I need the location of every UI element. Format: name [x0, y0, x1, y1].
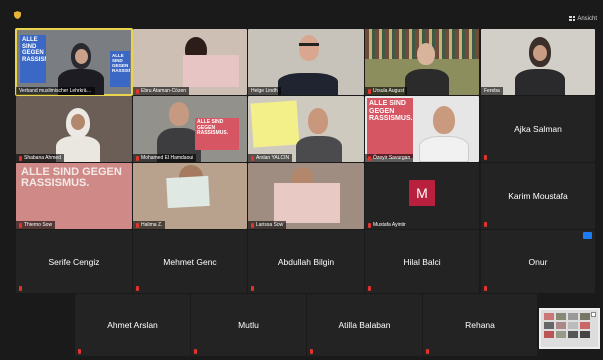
video-feed: ALLE SIND GEGEN RASSISMUS.: [133, 96, 247, 162]
mic-muted-icon: [136, 222, 139, 228]
held-poster: ALLE SIND GEGEN RASSISMUS.: [20, 35, 46, 83]
participant-tile[interactable]: Onur: [481, 230, 595, 293]
participant-name: Thierno Sow: [16, 221, 56, 229]
participant-tile[interactable]: ALLE SIND GEGEN RASSISMUS. Özeyir Savurg…: [365, 96, 479, 162]
mic-muted-icon: [251, 155, 254, 161]
participant-tile[interactable]: Hilal Balci: [365, 230, 479, 293]
video-feed: ALLE SIND GEGEN RASSISMUS.: [365, 96, 479, 162]
held-poster: ALLE SIND GEGEN RASSISMUS.: [16, 163, 132, 221]
participant-name: Mutlu: [238, 320, 259, 330]
participant-tile[interactable]: Serife Cengiz: [16, 230, 132, 293]
participant-name: Abdullah Bilgin: [277, 256, 335, 267]
participant-name: Özeyir Savurgan: [365, 154, 414, 162]
participant-tile[interactable]: Helge Lindh: [248, 29, 364, 95]
mic-muted-icon: [251, 286, 254, 291]
participant-name: Halima Z.: [133, 221, 166, 229]
participant-name: Atilla Balaban: [338, 320, 391, 330]
video-feed: [365, 29, 479, 95]
participant-name: Mehmet Genc: [163, 256, 217, 267]
participant-tile[interactable]: ALLE SIND GEGEN RASSISMUS. ALLE SIND GEG…: [15, 28, 133, 96]
video-on-icon: [583, 232, 592, 239]
shield-icon[interactable]: [14, 11, 21, 19]
participant-tile[interactable]: M Mustafa Ayintir: [365, 163, 479, 229]
participant-tile[interactable]: Mutlu: [191, 294, 306, 356]
participant-name: Karim Moustafa: [508, 191, 568, 201]
participant-name: Shabana Ahmed: [16, 154, 64, 162]
mic-muted-icon: [19, 222, 22, 228]
participant-tile[interactable]: Fereba: [481, 29, 595, 95]
participant-name: Mustafa Ayintir: [365, 221, 409, 229]
mic-muted-icon: [251, 222, 254, 228]
participant-name: Larissa Sow: [248, 221, 287, 229]
top-bar: Ansicht: [0, 0, 603, 24]
mic-muted-icon: [368, 286, 371, 291]
participant-name: Helge Lindh: [248, 87, 281, 95]
video-feed: [481, 29, 595, 95]
participant-tile[interactable]: ALLE SIND GEGEN RASSISMUS. Thierno Sow: [16, 163, 132, 229]
view-button-label: Ansicht: [577, 15, 597, 22]
mic-muted-icon: [368, 155, 371, 161]
participant-name: Verband muslimischer Lehrkrä…: [16, 87, 95, 95]
self-view-thumbnail[interactable]: [539, 308, 600, 349]
video-feed: [248, 96, 364, 162]
participant-tile[interactable]: ALLE SIND GEGEN RASSISMUS. Mohamed El Ha…: [133, 96, 247, 162]
participant-tile[interactable]: Ajka Salman: [481, 96, 595, 162]
grid-view-icon: [569, 16, 576, 21]
participant-tile[interactable]: Shabana Ahmed: [16, 96, 132, 162]
participant-name: Arslan YALCIN: [248, 154, 293, 162]
held-poster: ALLE SIND GEGEN RASSISMUS.: [367, 98, 413, 158]
video-feed: ALLE SIND GEGEN RASSISMUS.: [16, 163, 132, 229]
participant-name: Ebru Ataman-Cözen: [133, 87, 190, 95]
mic-muted-icon: [136, 155, 139, 161]
participant-name: Ahmet Arslan: [107, 320, 158, 330]
participant-tile[interactable]: Mehmet Genc: [133, 230, 247, 293]
thumbnail-close-icon[interactable]: [591, 312, 596, 317]
participant-name: Hilal Balci: [403, 256, 441, 267]
avatar: M: [409, 180, 435, 207]
participant-name: Rehana: [465, 320, 495, 330]
held-poster: [183, 55, 239, 87]
mic-muted-icon: [368, 222, 371, 228]
participant-tile[interactable]: Rehana: [423, 294, 537, 356]
held-poster: [274, 183, 340, 223]
participant-tile[interactable]: Ebru Ataman-Cözen: [133, 29, 247, 95]
video-feed: [16, 96, 132, 162]
video-feed: [133, 29, 247, 95]
mic-muted-icon: [484, 286, 487, 291]
mic-muted-icon: [194, 349, 197, 354]
video-feed: [248, 163, 364, 229]
participant-tile[interactable]: Arslan YALCIN: [248, 96, 364, 162]
video-feed: ALLE SIND GEGEN RASSISMUS. ALLE SIND GEG…: [16, 29, 132, 95]
held-poster: ALLE SIND GEGEN RASSISMUS.: [195, 118, 239, 150]
mic-muted-icon: [19, 155, 22, 161]
mic-muted-icon: [310, 349, 313, 354]
mic-muted-icon: [19, 286, 22, 291]
participant-tile[interactable]: Ursula August: [365, 29, 479, 95]
held-poster: ALLE SIND GEGEN RASSISMUS.: [110, 51, 130, 87]
video-feed: [248, 29, 364, 95]
participant-tile[interactable]: Larissa Sow: [248, 163, 364, 229]
participant-name: Ajka Salman: [514, 124, 562, 134]
participant-name: Fereba: [481, 87, 503, 95]
mic-muted-icon: [484, 222, 487, 227]
mic-muted-icon: [136, 286, 139, 291]
mic-muted-icon: [136, 88, 139, 94]
participant-name: Ursula August: [365, 87, 408, 95]
participant-tile[interactable]: Karim Moustafa: [481, 163, 595, 229]
view-button[interactable]: Ansicht: [569, 13, 597, 24]
mic-muted-icon: [368, 88, 371, 94]
mic-muted-icon: [484, 155, 487, 160]
participant-tile[interactable]: Ahmet Arslan: [75, 294, 190, 356]
participant-tile[interactable]: Abdullah Bilgin: [248, 230, 364, 293]
video-feed: [133, 163, 247, 229]
participant-name: Serife Cengiz: [48, 256, 100, 267]
participant-name: Mohamed El Hamdaoui: [133, 154, 197, 162]
mic-muted-icon: [426, 349, 429, 354]
participant-name: Onur: [528, 256, 548, 267]
participant-tile[interactable]: Halima Z.: [133, 163, 247, 229]
participant-tile[interactable]: Atilla Balaban: [307, 294, 422, 356]
mic-muted-icon: [78, 349, 81, 354]
